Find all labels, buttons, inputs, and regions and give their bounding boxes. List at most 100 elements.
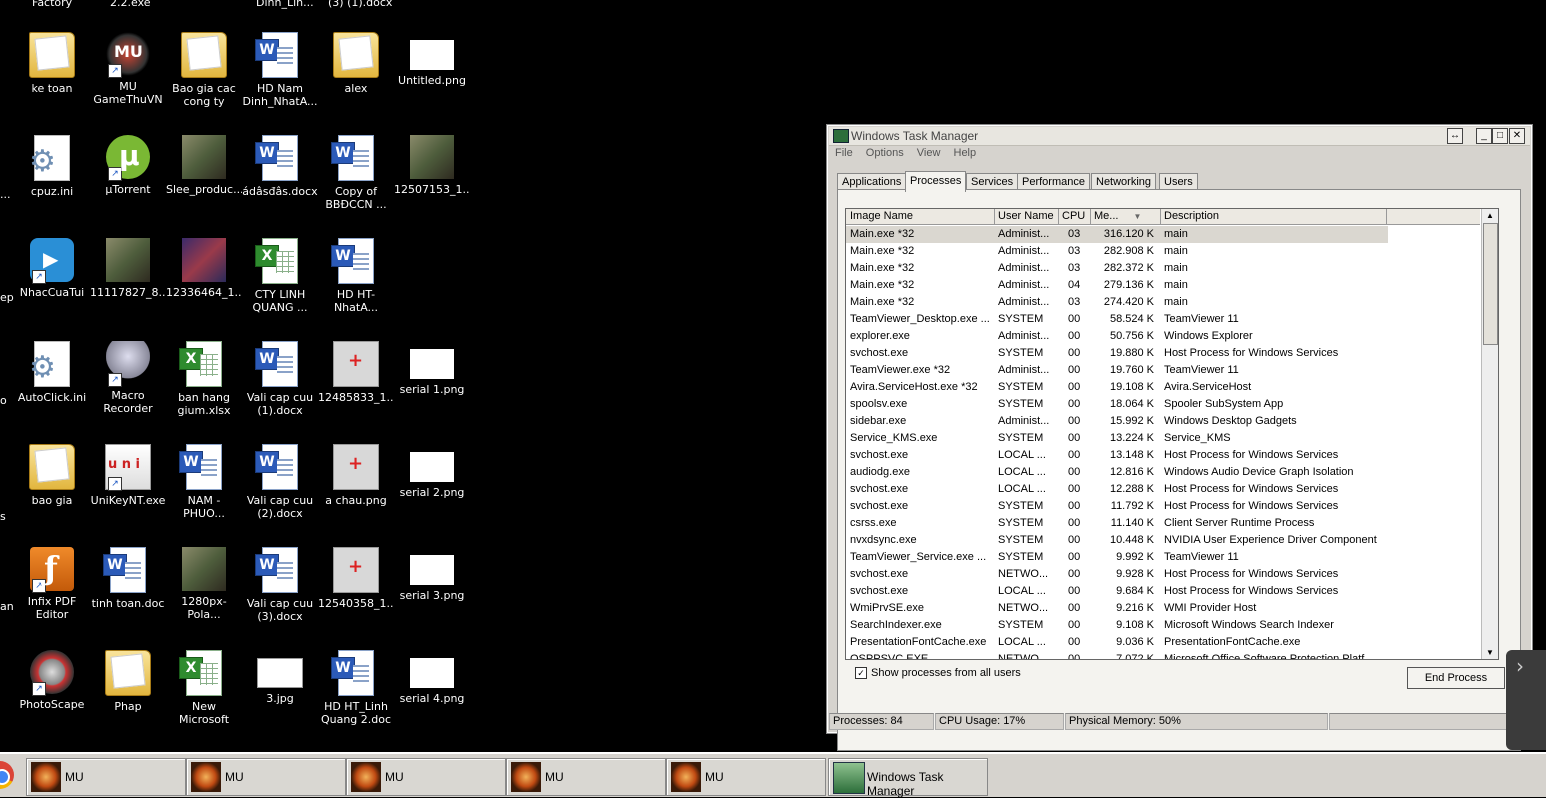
taskbar-button[interactable]: Windows Task Manager xyxy=(828,758,988,798)
scroll-up-icon[interactable]: ▲ xyxy=(1482,209,1498,222)
desktop-icon[interactable]: Copy of BBĐCCN ... xyxy=(318,135,394,211)
process-row[interactable]: svchost.exe LOCAL ... 00 9.684 K Host Proces… xyxy=(846,583,1480,600)
process-row[interactable]: WmiPrvSE.exe NETWO... 00 9.216 K WMI Provide… xyxy=(846,600,1480,617)
desktop-icon[interactable]: 12540358_1... xyxy=(318,547,394,610)
tab-users[interactable]: Users xyxy=(1159,173,1198,190)
desktop-icon[interactable]: cpuz.ini xyxy=(14,135,90,198)
desktop-icon-label-partial[interactable]: Factory xyxy=(32,0,72,9)
menu-file[interactable]: File xyxy=(835,147,853,159)
process-row[interactable]: sidebar.exe Administ... 00 15.992 K Windows … xyxy=(846,413,1480,430)
desktop-icon[interactable]: ke toan xyxy=(14,32,90,95)
desktop-icon-label-partial[interactable]: 2.2.exe xyxy=(110,0,151,9)
desktop-icon[interactable]: ban hang gium.xlsx xyxy=(166,341,242,417)
desktop-icon-label-partial[interactable]: ep xyxy=(0,291,14,304)
tab-networking[interactable]: Networking xyxy=(1091,173,1157,190)
process-row[interactable]: svchost.exe LOCAL ... 00 13.148 K Host Proce… xyxy=(846,447,1480,464)
desktop-icon[interactable]: 12507153_1... xyxy=(394,135,470,196)
desktop-icon[interactable]: serial 4.png xyxy=(394,650,470,705)
desktop-icon[interactable]: Vali cap cuu (2).docx xyxy=(242,444,318,520)
process-row[interactable]: explorer.exe Administ... 00 50.756 K Windows… xyxy=(846,328,1480,345)
tab-applications[interactable]: Applications xyxy=(837,173,907,190)
process-row[interactable]: TeamViewer_Desktop.exe ... SYSTEM 00 58.524… xyxy=(846,311,1480,328)
desktop-icon[interactable]: Slee_produc... xyxy=(166,135,242,196)
show-all-processes-checkbox[interactable]: ✓ Show processes from all users xyxy=(855,667,1021,680)
process-row[interactable]: PresentationFontCache.exe LOCAL ... 00 9.03… xyxy=(846,634,1480,651)
column-description[interactable]: Description xyxy=(1160,209,1387,224)
desktop-icon[interactable]: ↗ NhacCuaTui xyxy=(14,238,90,299)
desktop-icon-label-partial[interactable]: (3) (1).docx xyxy=(328,0,392,9)
desktop-icon[interactable]: 12336464_1... xyxy=(166,238,242,299)
taskbar-button[interactable]: MU xyxy=(26,758,186,796)
menu-help[interactable]: Help xyxy=(954,147,977,159)
desktop-icon[interactable]: 11117827_8... xyxy=(90,238,166,299)
desktop-icon[interactable]: alex xyxy=(318,32,394,95)
desktop-icon[interactable]: Vali cap cuu (1).docx xyxy=(242,341,318,417)
vertical-scrollbar[interactable]: ▲ ▼ xyxy=(1481,209,1498,659)
desktop-icon[interactable]: CTY LINH QUANG ... xyxy=(242,238,318,314)
process-row[interactable]: spoolsv.exe SYSTEM 00 18.064 K Spooler SubSy… xyxy=(846,396,1480,413)
desktop-icon[interactable]: Bao gia cac cong ty xyxy=(166,32,242,108)
gadget-sidebar-handle[interactable] xyxy=(1506,650,1546,750)
process-row[interactable]: svchost.exe SYSTEM 00 11.792 K Host Process … xyxy=(846,498,1480,515)
process-row[interactable]: csrss.exe SYSTEM 00 11.140 K Client Server R… xyxy=(846,515,1480,532)
desktop-icon[interactable]: ↗ UniKeyNT.exe xyxy=(90,444,166,507)
process-row[interactable]: Main.exe *32 Administ... 03 282.372 K main xyxy=(846,260,1480,277)
title-bar[interactable]: Windows Task Manager ↔ _ □ ✕ xyxy=(829,127,1530,146)
tab-services[interactable]: Services xyxy=(966,173,1019,190)
desktop-icon[interactable]: New Microsoft Excel Work... xyxy=(166,650,242,726)
desktop-icon[interactable]: AutoClick.ini xyxy=(14,341,90,404)
desktop-icon[interactable]: NAM - PHUO... xyxy=(166,444,242,520)
taskbar-button[interactable]: MU xyxy=(666,758,826,796)
column-image-name[interactable]: Image Name xyxy=(846,209,995,224)
taskbar-button[interactable]: MU xyxy=(506,758,666,796)
desktop-icon[interactable]: Phap xyxy=(90,650,166,713)
process-row[interactable]: svchost.exe NETWO... 00 9.928 K Host Process… xyxy=(846,566,1480,583)
desktop-icon[interactable]: ádâsđâs.docx xyxy=(242,135,318,198)
process-row[interactable]: OSPPSVC.EXE NETWO... 00 7.072 K Microsoft Of… xyxy=(846,651,1480,659)
desktop-icon-label-partial[interactable]: an xyxy=(0,600,14,613)
desktop-icon[interactable]: ↗ µTorrent xyxy=(90,135,166,196)
desktop-icon[interactable]: 3.jpg xyxy=(242,650,318,705)
desktop-icon[interactable]: bao gia xyxy=(14,444,90,507)
taskbar-button[interactable]: MU xyxy=(186,758,346,796)
process-row[interactable]: svchost.exe SYSTEM 00 19.880 K Host Process … xyxy=(846,345,1480,362)
menu-options[interactable]: Options xyxy=(866,147,904,159)
chrome-icon[interactable] xyxy=(0,761,14,789)
desktop-icon[interactable]: 12485833_1... xyxy=(318,341,394,404)
tab-performance[interactable]: Performance xyxy=(1017,173,1090,190)
desktop-icon[interactable]: serial 3.png xyxy=(394,547,470,602)
desktop-icon-label-partial[interactable]: s xyxy=(0,510,6,523)
process-row[interactable]: Main.exe *32 Administ... 04 279.136 K main xyxy=(846,277,1480,294)
checkbox-check-icon[interactable]: ✓ xyxy=(855,667,867,680)
desktop-icon-label-partial[interactable]: ... xyxy=(0,188,11,201)
column-user-name[interactable]: User Name xyxy=(994,209,1059,224)
process-row[interactable]: TeamViewer.exe *32 Administ... 00 19.760 K T… xyxy=(846,362,1480,379)
column-memory[interactable]: Me... ▼ xyxy=(1090,209,1161,224)
maximize-button[interactable]: □ xyxy=(1492,128,1508,144)
desktop-icon[interactable]: Vali cap cuu (3).docx xyxy=(242,547,318,623)
desktop-icon[interactable]: ↗ Macro Recorder xyxy=(90,341,166,415)
taskbar-button[interactable]: MU xyxy=(346,758,506,796)
process-row[interactable]: nvxdsync.exe SYSTEM 00 10.448 K NVIDIA User … xyxy=(846,532,1480,549)
end-process-button[interactable]: End Process xyxy=(1407,667,1505,689)
minimize-button[interactable]: _ xyxy=(1476,128,1492,144)
desktop-icon[interactable]: HD Nam Dinh_NhatA... xyxy=(242,32,318,108)
resize-button[interactable]: ↔ xyxy=(1447,128,1463,144)
tab-processes[interactable]: Processes xyxy=(905,171,967,192)
process-row[interactable]: Main.exe *32 Administ... 03 316.120 K main xyxy=(846,226,1480,243)
desktop-icon[interactable]: ↗ MU GameThuVN xyxy=(90,32,166,106)
desktop-icon[interactable]: HD HT_Linh Quang 2.doc xyxy=(318,650,394,726)
desktop-icon[interactable]: a chau.png xyxy=(318,444,394,507)
menu-view[interactable]: View xyxy=(917,147,941,159)
desktop-icon[interactable]: serial 1.png xyxy=(394,341,470,396)
desktop-icon[interactable]: ↗ PhotoScape xyxy=(14,650,90,711)
desktop-icon[interactable]: serial 2.png xyxy=(394,444,470,499)
process-row[interactable]: Avira.ServiceHost.exe *32 SYSTEM 00 19.108 … xyxy=(846,379,1480,396)
process-row[interactable]: audiodg.exe LOCAL ... 00 12.816 K Windows Au… xyxy=(846,464,1480,481)
desktop-icon[interactable]: ↗ Infix PDF Editor xyxy=(14,547,90,621)
process-row[interactable]: Main.exe *32 Administ... 03 274.420 K main xyxy=(846,294,1480,311)
desktop-icon[interactable]: Untitled.png xyxy=(394,32,470,87)
process-row[interactable]: TeamViewer_Service.exe ... SYSTEM 00 9.992 … xyxy=(846,549,1480,566)
desktop-icon[interactable]: HD HT-NhatA... xyxy=(318,238,394,314)
process-row[interactable]: SearchIndexer.exe SYSTEM 00 9.108 K Microsof… xyxy=(846,617,1480,634)
